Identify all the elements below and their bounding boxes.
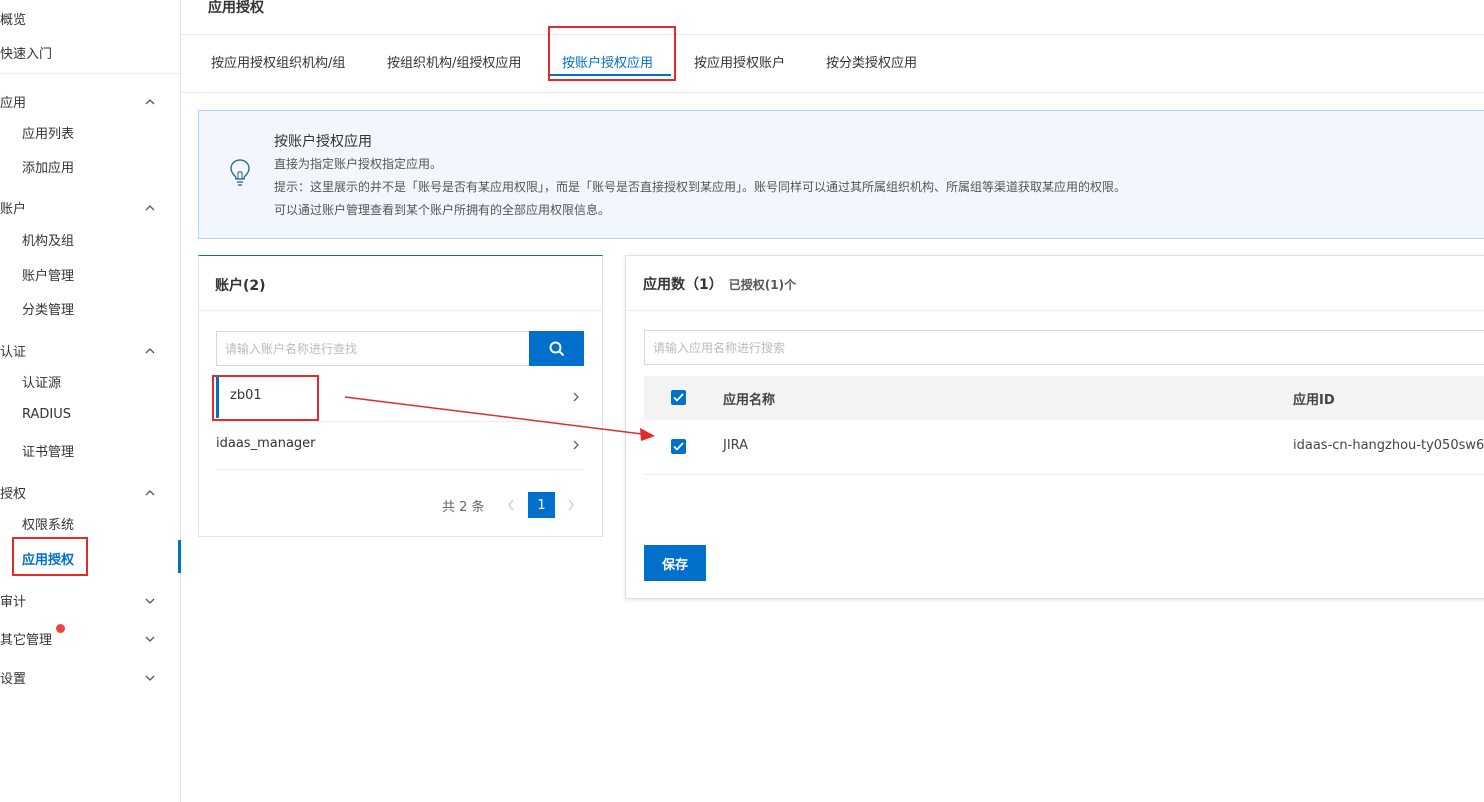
sidebar: 概览 快速入门 应用 应用列表 添加应用 账户 机构及组 账户管理 分类管理 认… [0, 0, 181, 802]
sidebar-item-org[interactable]: 机构及组 [22, 230, 74, 249]
sidebar-item-cert-mgmt[interactable]: 证书管理 [22, 441, 74, 460]
sidebar-group-label: 授权 [0, 487, 27, 502]
sidebar-group-label: 设置 [0, 672, 27, 687]
chevron-up-icon [145, 347, 155, 353]
checkmark-icon [673, 393, 684, 402]
search-icon [549, 341, 564, 356]
save-button[interactable]: 保存 [644, 545, 706, 581]
row-divider [216, 469, 584, 470]
sidebar-group-label: 应用 [0, 96, 27, 111]
tab-category-to-app[interactable]: 按分类授权应用 [826, 52, 917, 71]
sidebar-group-accounts[interactable]: 账户 [0, 198, 160, 217]
sidebar-active-indicator [178, 540, 181, 573]
apps-count-label: 应用数（1） [643, 277, 723, 293]
banner-line: 提示：这里展示的并不是「账号是否有某应用权限」，而是「账号是否直接授权到某应用」… [274, 180, 1127, 194]
select-all-checkbox[interactable] [671, 390, 686, 405]
sidebar-item-radius[interactable]: RADIUS [22, 407, 71, 422]
tab-app-to-account[interactable]: 按应用授权账户 [694, 52, 785, 71]
account-search-box [216, 331, 530, 366]
chevron-down-icon [145, 598, 155, 604]
accounts-panel-title: 账户(2) [215, 278, 266, 294]
sidebar-group-settings[interactable]: 设置 [0, 668, 160, 687]
sidebar-item-auth-source[interactable]: 认证源 [22, 372, 61, 391]
sidebar-group-other[interactable]: 其它管理 [0, 629, 160, 648]
banner-line: 可以通过账户管理查看到某个账户所拥有的全部应用权限信息。 [274, 203, 611, 217]
chevron-up-icon [145, 489, 155, 495]
sidebar-group-label: 审计 [0, 595, 27, 610]
notification-dot [56, 624, 65, 633]
row-divider [644, 474, 1484, 475]
tab-app-to-org[interactable]: 按应用授权组织机构/组 [211, 52, 345, 71]
page-title: 应用授权 [208, 0, 264, 16]
chevron-down-icon [145, 675, 155, 681]
sidebar-item-app-list[interactable]: 应用列表 [22, 123, 74, 142]
annotation-box-sidebar [12, 537, 88, 576]
pager-page-button[interactable]: 1 [528, 492, 555, 518]
column-header-app-id: 应用ID [1293, 393, 1335, 408]
sidebar-item-add-app[interactable]: 添加应用 [22, 157, 74, 176]
annotation-box-account [212, 375, 319, 421]
sidebar-group-label: 其它管理 [0, 633, 53, 648]
app-id-cell: idaas-cn-hangzhou-ty050sw67fp [1293, 438, 1484, 453]
account-search-button[interactable] [529, 331, 584, 366]
sidebar-item-overview[interactable]: 概览 [0, 9, 26, 28]
banner-line: 直接为指定账户授权指定应用。 [274, 157, 443, 171]
app-search-input[interactable] [645, 331, 1484, 364]
sidebar-group-authorization[interactable]: 授权 [0, 483, 160, 502]
sidebar-item-account-mgmt[interactable]: 账户管理 [22, 265, 74, 284]
chevron-right-icon [573, 392, 579, 402]
header-divider [181, 34, 1484, 35]
lightbulb-icon [230, 159, 250, 186]
app-name-cell: JIRA [723, 438, 749, 453]
account-row-idaas-manager[interactable]: idaas_manager [216, 422, 584, 468]
panel-divider [626, 310, 1484, 311]
sidebar-item-permission-system[interactable]: 权限系统 [22, 514, 74, 533]
chevron-down-icon [145, 636, 155, 642]
sidebar-group-apps[interactable]: 应用 [0, 92, 160, 111]
app-search-box [644, 330, 1484, 365]
tabs-divider [181, 92, 1484, 93]
panel-divider [199, 310, 602, 311]
sidebar-divider [0, 73, 180, 74]
sidebar-group-auth[interactable]: 认证 [0, 341, 160, 360]
sidebar-item-quickstart[interactable]: 快速入门 [0, 43, 52, 62]
tab-org-to-app[interactable]: 按组织机构/组授权应用 [387, 52, 521, 71]
banner-title: 按账户授权应用 [274, 134, 372, 150]
column-header-app-name: 应用名称 [723, 393, 776, 408]
apps-authorized-count: 已授权(1)个 [728, 278, 797, 292]
pager-next-icon[interactable] [566, 498, 576, 512]
pager-prev-icon[interactable] [506, 498, 516, 512]
row-checkbox[interactable] [671, 439, 686, 454]
checkmark-icon [673, 442, 684, 451]
account-search-input[interactable] [217, 332, 529, 365]
account-name: idaas_manager [216, 436, 316, 451]
annotation-box-tab [548, 26, 676, 81]
sidebar-group-label: 认证 [0, 345, 27, 360]
pager-total: 共 2 条 [442, 500, 485, 515]
chevron-up-icon [145, 204, 155, 210]
sidebar-item-category-mgmt[interactable]: 分类管理 [22, 299, 74, 318]
chevron-right-icon [573, 440, 579, 450]
sidebar-group-audit[interactable]: 审计 [0, 591, 160, 610]
chevron-up-icon [145, 98, 155, 104]
apps-panel [625, 255, 1484, 599]
apps-panel-title: 应用数（1） 已授权(1)个 [643, 274, 796, 294]
info-banner [198, 110, 1484, 239]
sidebar-group-label: 账户 [0, 202, 27, 217]
